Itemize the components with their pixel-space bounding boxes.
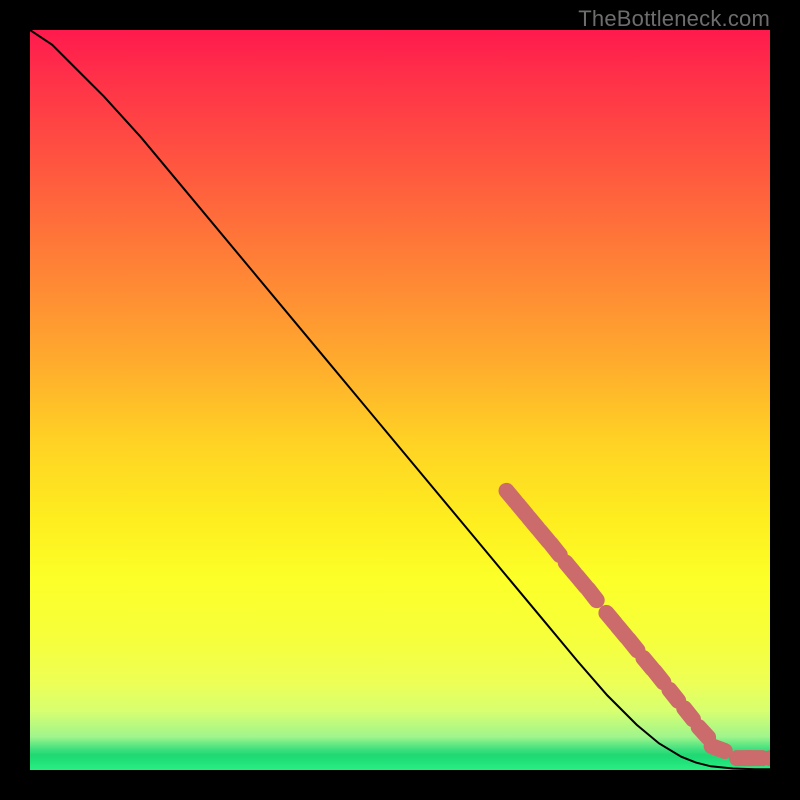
curve-line <box>30 30 770 769</box>
chart-frame: TheBottleneck.com <box>0 0 800 800</box>
chart-overlay <box>30 30 770 770</box>
marker-point <box>507 491 516 502</box>
marker-point <box>606 613 615 624</box>
watermark-text: TheBottleneck.com <box>578 6 770 32</box>
plot-area <box>30 30 770 770</box>
marker-point <box>618 626 627 637</box>
marker-point <box>540 531 549 542</box>
marker-point <box>629 639 638 650</box>
marker-point <box>566 563 575 574</box>
marker-point <box>643 658 652 669</box>
marker-point <box>699 727 708 737</box>
marker-point <box>669 690 678 701</box>
marker-point <box>684 708 693 719</box>
marker-point <box>712 746 725 751</box>
marker-point <box>655 671 664 682</box>
marker-point <box>588 589 597 600</box>
marker-point <box>529 517 538 528</box>
marker-point <box>518 504 527 515</box>
marker-point <box>577 576 586 587</box>
marker-point <box>551 544 560 555</box>
markers-group <box>507 491 770 758</box>
